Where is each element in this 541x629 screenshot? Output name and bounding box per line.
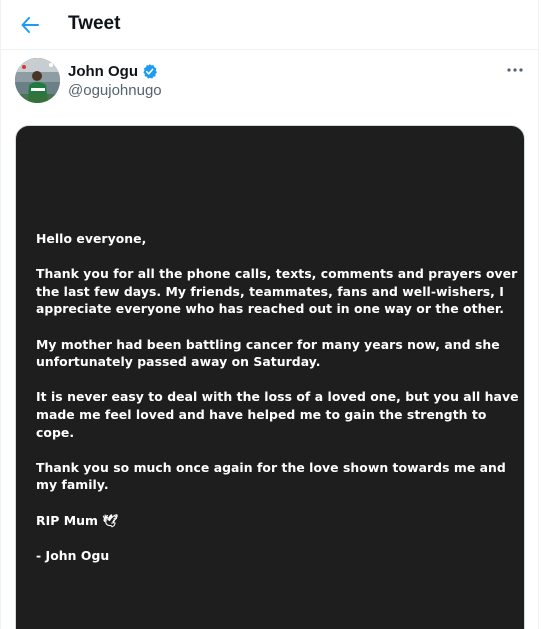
- more-options-button[interactable]: [505, 64, 525, 76]
- avatar[interactable]: [15, 58, 60, 103]
- letter-paragraph: My mother had been battling cancer for m…: [36, 336, 500, 370]
- letter-paragraph: Thank you for all the phone calls, texts…: [36, 266, 518, 317]
- author-name-row: John Ogu: [68, 63, 158, 80]
- tweet-author: John Ogu @ogujohnugo: [15, 58, 527, 106]
- author-name[interactable]: John Ogu: [68, 63, 138, 80]
- verified-badge-icon: [143, 64, 157, 79]
- letter-paragraph: RIP Mum 🕊: [36, 512, 119, 528]
- back-button[interactable]: [17, 12, 43, 38]
- tweet-page: Tweet John Ogu @ogujohnugo Hello everyon…: [0, 0, 539, 629]
- letter-text: Hello everyone, Thank you for all the ph…: [36, 230, 524, 582]
- arrow-left-icon: [21, 17, 39, 33]
- letter-paragraph: Hello everyone,: [36, 231, 147, 246]
- top-bar: Tweet: [1, 0, 538, 50]
- page-title: Tweet: [68, 13, 121, 34]
- letter-paragraph: Thank you so much once again for the lov…: [36, 459, 506, 493]
- letter-signature: - John Ogu: [36, 547, 110, 563]
- letter-paragraph: It is never easy to deal with the loss o…: [36, 389, 519, 440]
- author-handle[interactable]: @ogujohnugo: [68, 82, 162, 99]
- more-horizontal-icon: [507, 68, 523, 72]
- tweet-image[interactable]: Hello everyone, Thank you for all the ph…: [15, 125, 525, 629]
- profile-photo: [15, 58, 60, 103]
